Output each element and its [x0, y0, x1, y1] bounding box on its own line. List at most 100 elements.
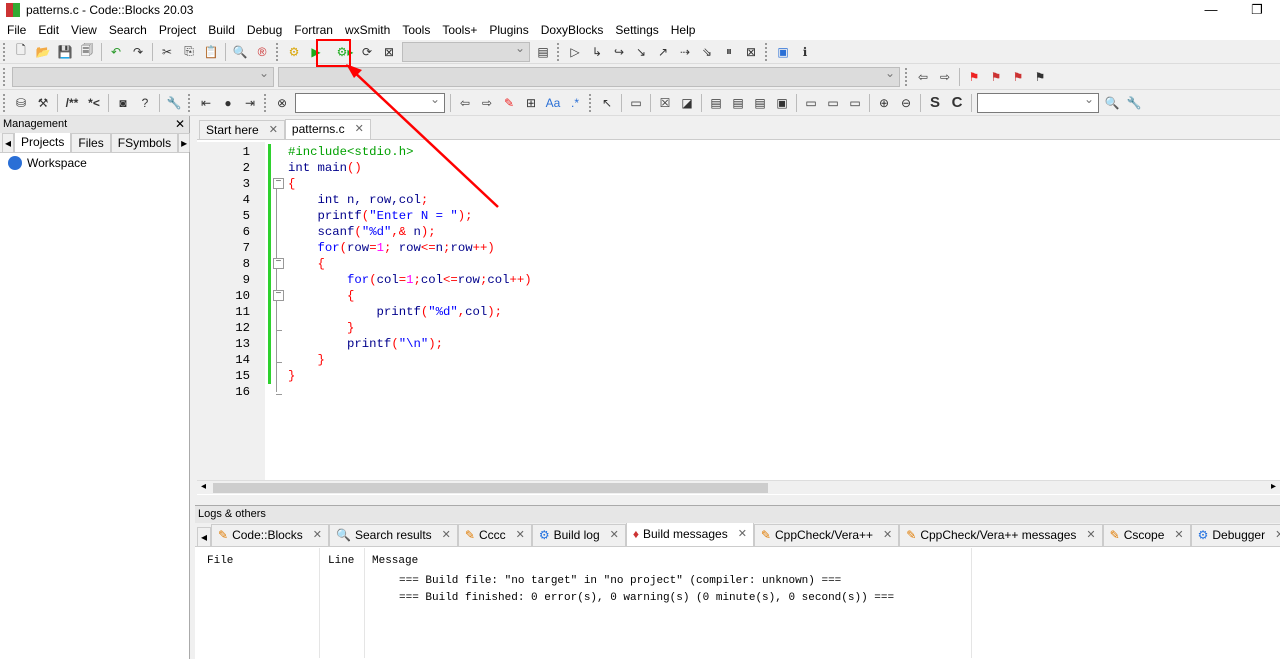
menu-search[interactable]: Search [104, 23, 154, 37]
rebuild-icon[interactable]: ⟳ [357, 42, 377, 62]
fold-toggle-icon[interactable]: − [273, 290, 284, 301]
symbol-search-input[interactable] [977, 92, 1099, 113]
regex-icon[interactable]: .* [565, 93, 585, 113]
break-icon[interactable]: ⏸ [719, 42, 739, 62]
menu-build[interactable]: Build [203, 23, 242, 37]
s-icon[interactable]: S [925, 93, 945, 113]
minimize-button[interactable]: — [1188, 0, 1234, 20]
border-1-icon[interactable]: ▭ [801, 93, 821, 113]
show-select-target-icon[interactable]: ▤ [533, 42, 553, 62]
info-icon[interactable]: ℹ [795, 42, 815, 62]
next-bookmark-thread-icon[interactable]: ⇥ [240, 93, 260, 113]
dot-icon[interactable]: ● [218, 93, 238, 113]
copy-icon[interactable]: ⎘ [179, 42, 199, 62]
doxywizard-icon[interactable]: ⛁ [11, 93, 31, 113]
close-tab-icon[interactable]: ✕ [738, 525, 747, 544]
button-widget-icon[interactable]: ▭ [626, 93, 646, 113]
extract-icon[interactable]: ⚒ [33, 93, 53, 113]
border-2-icon[interactable]: ▭ [823, 93, 843, 113]
next-line-icon[interactable]: ↪ [609, 42, 629, 62]
incremental-search-input[interactable] [295, 92, 445, 113]
zoom-out-icon[interactable]: ⊖ [896, 93, 916, 113]
debug-windows-icon[interactable]: ▣ [773, 42, 793, 62]
menu-wxsmith[interactable]: wxSmith [340, 23, 397, 37]
editor-tab[interactable]: patterns.c ✕ [284, 119, 371, 139]
jump-forward-icon[interactable]: ⇨ [935, 67, 955, 87]
build-target-select[interactable] [402, 41, 530, 62]
tab-scroll-left[interactable]: ◂ [197, 527, 212, 546]
selection-icon[interactable]: ⊞ [521, 93, 541, 113]
prev-bookmark-thread-icon[interactable]: ⇤ [196, 93, 216, 113]
cut-icon[interactable]: ✂ [157, 42, 177, 62]
toggle-bookmark-icon[interactable]: ⚑ [964, 67, 984, 87]
tree-item-workspace[interactable]: Workspace [0, 153, 189, 170]
prev-bookmark-icon[interactable]: ⚑ [986, 67, 1006, 87]
menu-view[interactable]: View [66, 23, 104, 37]
function-select[interactable] [278, 66, 900, 87]
arrow-left-icon[interactable]: ⇦ [455, 93, 475, 113]
build-gear-icon[interactable]: ⚙ [284, 42, 304, 62]
next-bookmark-icon[interactable]: ⚑ [1008, 67, 1028, 87]
tab-fsymbols[interactable]: FSymbols [110, 133, 179, 152]
tab-files[interactable]: Files [71, 133, 111, 152]
step-out-icon[interactable]: ↗ [653, 42, 673, 62]
match-case-icon[interactable]: Aa [543, 93, 563, 113]
close-tab-icon[interactable]: ✕ [442, 526, 451, 545]
open-icon[interactable]: 📂 [33, 42, 53, 62]
symbol-settings-icon[interactable]: 🔧 [1124, 93, 1144, 113]
column-file[interactable]: File [207, 555, 233, 567]
tab-scroll-right[interactable]: ▸ [178, 133, 191, 152]
close-tab-icon[interactable]: ✕ [1275, 526, 1280, 545]
menu-tools[interactable]: Tools [397, 23, 437, 37]
clear-bookmarks-icon[interactable]: ⚑ [1030, 67, 1050, 87]
close-tab-icon[interactable]: ✕ [883, 526, 892, 545]
step-into-instruction-icon[interactable]: ⇘ [697, 42, 717, 62]
close-tab-icon[interactable]: ✕ [516, 526, 525, 545]
stop-debug-icon[interactable]: ⊠ [741, 42, 761, 62]
menu-project[interactable]: Project [154, 23, 203, 37]
border-3-icon[interactable]: ▭ [845, 93, 865, 113]
fold-toggle-icon[interactable]: − [273, 258, 284, 269]
horizontal-scrollbar[interactable]: ◂ ▸ [197, 480, 1280, 494]
close-tab-icon[interactable]: ✕ [355, 120, 364, 139]
run-html-icon[interactable]: ◙ [113, 93, 133, 113]
sizer-4-icon[interactable]: ▣ [772, 93, 792, 113]
line-comment-icon[interactable]: *< [84, 93, 104, 113]
abort-icon[interactable]: ⊠ [379, 42, 399, 62]
sizer-2-icon[interactable]: ▤ [728, 93, 748, 113]
menu-file[interactable]: File [2, 23, 33, 37]
column-line[interactable]: Line [328, 555, 354, 567]
undo-icon[interactable]: ↶ [106, 42, 126, 62]
tab-projects[interactable]: Projects [14, 132, 72, 152]
logs-tab[interactable]: ✎ Cscope ✕ [1102, 524, 1191, 546]
step-into-icon[interactable]: ↘ [631, 42, 651, 62]
close-tab-icon[interactable]: ✕ [610, 526, 619, 545]
close-icon[interactable]: ✕ [175, 116, 185, 133]
c-icon[interactable]: C [947, 93, 967, 113]
menu-tools[interactable]: Tools+ [437, 23, 484, 37]
find-icon[interactable]: 🔍 [230, 42, 250, 62]
editor-tab[interactable]: Start here ✕ [199, 120, 285, 139]
close-tab-icon[interactable]: ✕ [269, 121, 278, 140]
save-icon[interactable]: 💾 [55, 42, 75, 62]
clear-search-icon[interactable]: ⊗ [272, 93, 292, 113]
code-editor[interactable]: 1 #include<stdio.h> 2 int main() 3{4 int n, … [197, 142, 1280, 480]
new-file-icon[interactable]: 🗋 [11, 42, 31, 62]
run-to-cursor-icon[interactable]: ↳ [587, 42, 607, 62]
logs-tab[interactable]: ♦ Build messages ✕ [625, 523, 754, 546]
debug-run-icon[interactable]: ▷ [565, 42, 585, 62]
next-instruction-icon[interactable]: ⇢ [675, 42, 695, 62]
tab-scroll-left[interactable]: ◂ [2, 133, 15, 152]
menu-help[interactable]: Help [666, 23, 703, 37]
menu-doxyblocks[interactable]: DoxyBlocks [536, 23, 611, 37]
logs-tab[interactable]: ⚙ Build log ✕ [531, 524, 626, 546]
scope-select[interactable] [12, 66, 274, 87]
column-message[interactable]: Message [372, 555, 418, 567]
symbol-search-icon[interactable]: 🔍 [1102, 93, 1122, 113]
logs-tab[interactable]: ✎ CppCheck/Vera++ ✕ [753, 524, 900, 546]
paste-icon[interactable]: 📋 [201, 42, 221, 62]
menu-fortran[interactable]: Fortran [289, 23, 340, 37]
logs-tab[interactable]: ⚙Debugger ✕ [1190, 524, 1280, 546]
replace-icon[interactable]: ® [252, 42, 272, 62]
pointer-icon[interactable]: ↖ [597, 93, 617, 113]
